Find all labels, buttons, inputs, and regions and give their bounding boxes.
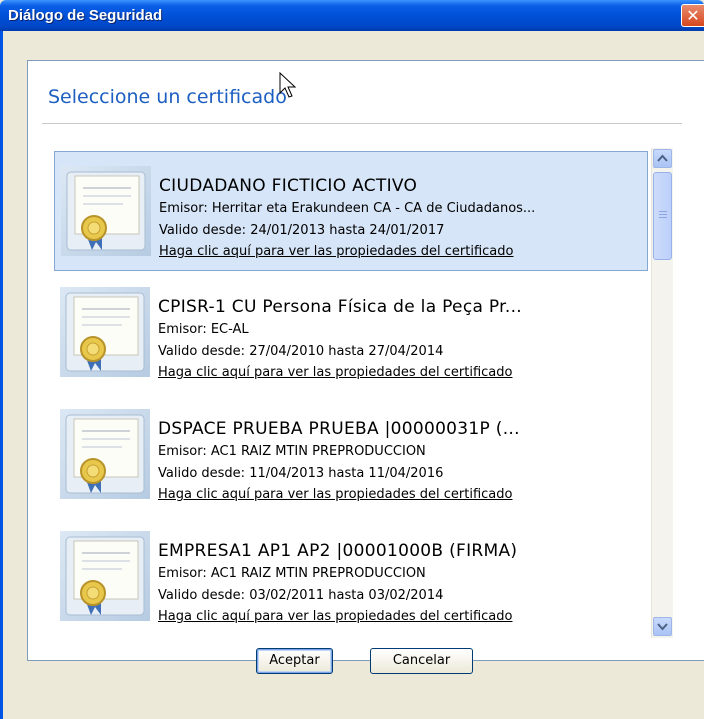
scroll-up-button[interactable] [653, 149, 672, 168]
certificate-issuer: Emisor: AC1 RAIZ MTIN PREPRODUCCION [158, 444, 426, 459]
certificate-name: CIUDADANO FICTICIO ACTIVO [159, 176, 418, 196]
thumb-grip [659, 214, 667, 215]
cancel-button[interactable]: Cancelar [370, 648, 473, 674]
thumb-grip [659, 217, 667, 218]
certificate-properties-link[interactable]: Haga clic aquí para ver las propiedades … [159, 244, 513, 259]
certificate-name: CPISR-1 CU Persona Física de la Peça Pr.… [158, 297, 522, 317]
window-title: Diálogo de Seguridad [8, 7, 163, 24]
certificate-issuer: Emisor: Herritar eta Erakundeen CA - CA … [159, 201, 536, 216]
certificate-properties-link[interactable]: Haga clic aquí para ver las propiedades … [158, 609, 512, 624]
title-bar[interactable]: Diálogo de Seguridad ✕ [0, 0, 704, 31]
certificate-item[interactable]: DSPACE PRUEBA PRUEBA |00000031P (... Emi… [54, 395, 648, 515]
certificate-icon [60, 409, 150, 499]
certificate-name: DSPACE PRUEBA PRUEBA |00000031P (... [158, 419, 520, 439]
certificate-validity: Valido desde: 11/04/2013 hasta 11/04/201… [158, 466, 444, 481]
certificate-list[interactable]: CIUDADANO FICTICIO ACTIVO Emisor: Herrit… [54, 148, 650, 638]
vertical-scrollbar[interactable] [651, 148, 673, 638]
certificate-icon [61, 166, 151, 256]
thumb-grip [659, 211, 667, 212]
accept-button[interactable]: Aceptar [256, 648, 333, 674]
certificate-item[interactable]: CIUDADANO FICTICIO ACTIVO Emisor: Herrit… [54, 151, 648, 271]
certificate-issuer: Emisor: AC1 RAIZ MTIN PREPRODUCCION [158, 566, 426, 581]
certificate-icon [60, 531, 150, 621]
certificate-validity: Valido desde: 27/04/2010 hasta 27/04/201… [158, 344, 444, 359]
certificate-validity: Valido desde: 24/01/2013 hasta 24/01/201… [159, 223, 445, 238]
close-button[interactable]: ✕ [681, 4, 704, 27]
panel-heading: Seleccione un certificado [48, 86, 287, 108]
certificate-name: EMPRESA1 AP1 AP2 |00001000B (FIRMA) [158, 541, 518, 561]
certificate-validity: Valido desde: 03/02/2011 hasta 03/02/201… [158, 588, 444, 603]
certificate-item[interactable]: EMPRESA1 AP1 AP2 |00001000B (FIRMA) Emis… [54, 517, 648, 637]
certificate-properties-link[interactable]: Haga clic aquí para ver las propiedades … [158, 487, 512, 502]
chevron-up-icon [657, 154, 668, 162]
heading-divider [42, 123, 682, 124]
scroll-thumb[interactable] [653, 172, 672, 260]
certificate-item[interactable]: CPISR-1 CU Persona Física de la Peça Pr.… [54, 273, 648, 393]
scroll-down-button[interactable] [653, 617, 672, 636]
chevron-down-icon [657, 623, 668, 631]
certificate-issuer: Emisor: EC-AL [158, 322, 249, 337]
mouse-cursor-icon [279, 72, 297, 98]
close-icon: ✕ [686, 6, 700, 25]
certificate-icon [60, 287, 150, 377]
certificate-properties-link[interactable]: Haga clic aquí para ver las propiedades … [158, 365, 512, 380]
